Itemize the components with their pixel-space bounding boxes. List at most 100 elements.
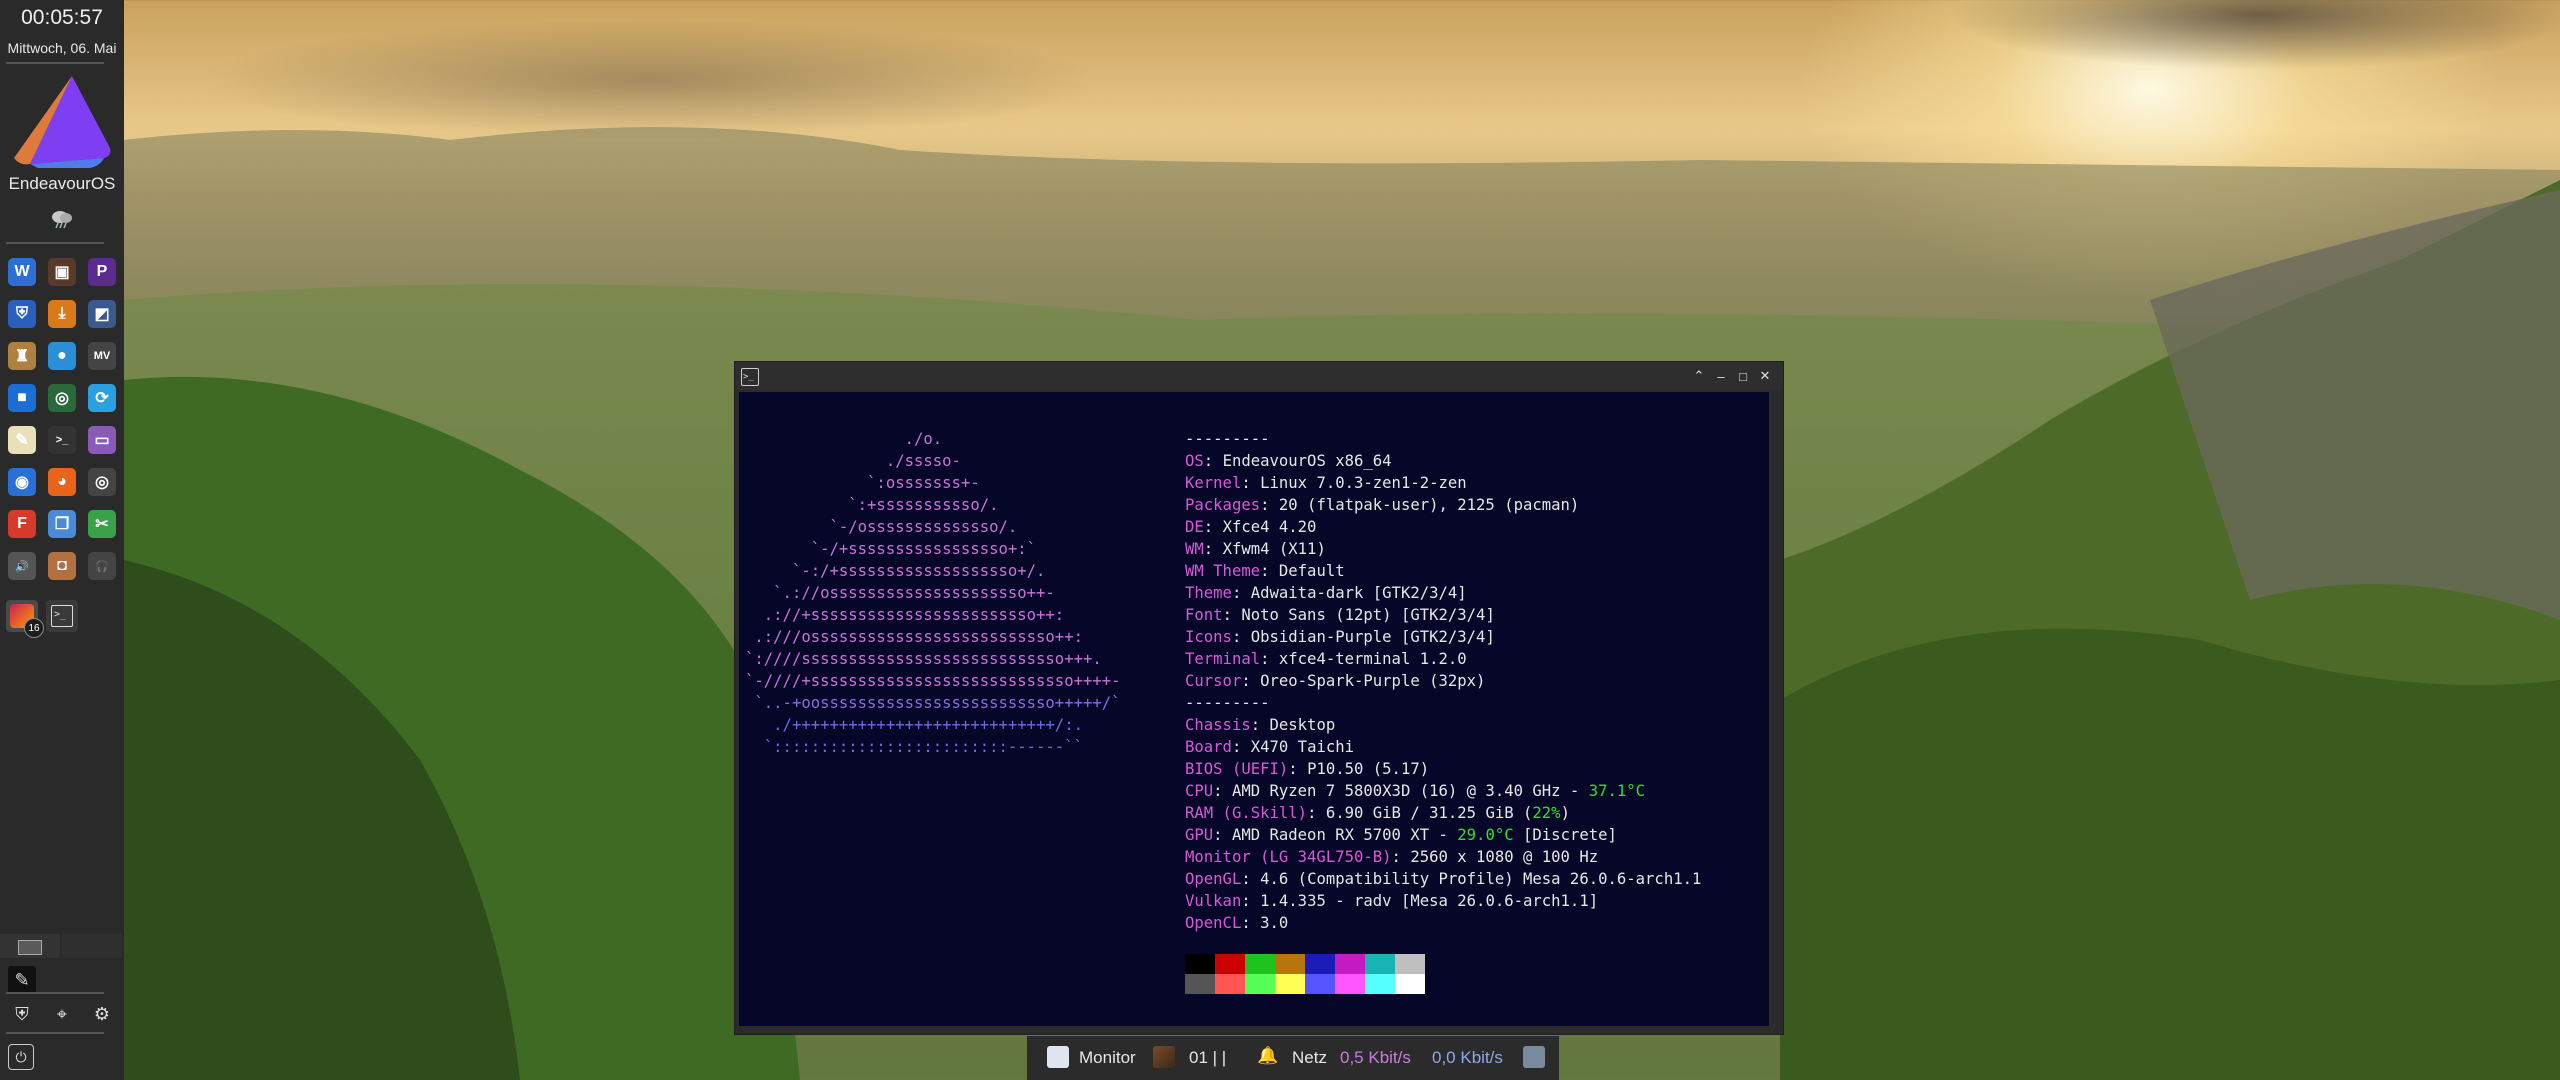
terminal-content[interactable]: ./o. ./sssso- `:osssssss+- `:+ssssssssss…	[739, 392, 1769, 1026]
terminal-titlebar[interactable]: >_ ⌃ – □ ✕	[735, 362, 1783, 390]
color-palette	[1185, 954, 1435, 998]
color-swatch	[1305, 954, 1335, 974]
info-key: WM Theme	[1185, 562, 1261, 580]
globe-icon[interactable]: ●	[48, 342, 76, 370]
system-info-line: ---------	[1185, 692, 1765, 714]
image-viewer-icon[interactable]: ▣	[48, 258, 76, 286]
camera-icon[interactable]: ◘	[48, 552, 76, 580]
folder-icon[interactable]: ▭	[88, 426, 116, 454]
color-swatch	[1365, 974, 1395, 994]
workspace-app-icon[interactable]	[1153, 1046, 1175, 1068]
task-terminal[interactable]: >_	[46, 600, 78, 632]
vpn-shield-icon[interactable]: ⛨	[8, 300, 36, 328]
ascii-logo-line: `-/ossssssssssssso/.	[745, 518, 1018, 536]
power-menu-icon[interactable]: ⏻	[8, 1044, 34, 1070]
workspace-switcher-1[interactable]	[0, 934, 60, 958]
info-value: 20 (flatpak-user), 2125 (pacman)	[1278, 496, 1580, 514]
downloader-icon[interactable]: ⤓	[48, 300, 76, 328]
minimize-button[interactable]: –	[1711, 366, 1731, 386]
system-info-line: ---------	[1185, 428, 1765, 450]
color-swatch	[1275, 974, 1305, 994]
info-key: CPU	[1185, 782, 1214, 800]
info-tail: )	[1560, 804, 1570, 822]
info-key: Font	[1185, 606, 1223, 624]
wallpaper-cloud	[1950, 0, 2560, 70]
info-value: P10.50 (5.17)	[1307, 760, 1430, 778]
firefox-icon[interactable]: ◕	[48, 468, 76, 496]
info-key: BIOS (UEFI)	[1185, 760, 1289, 778]
mkvtoolnix-icon[interactable]: MV	[88, 342, 116, 370]
info-value: Linux 7.0.3-zen1-2-zen	[1260, 474, 1467, 492]
launcher-label[interactable]: EndeavourOS	[0, 174, 124, 194]
task-thunar-group[interactable]: 16	[6, 600, 44, 638]
steam-like-icon[interactable]: ◉	[8, 468, 36, 496]
shade-button[interactable]: ⌃	[1689, 366, 1709, 386]
ascii-logo-line: `-/+sssssssssssssssso+:`	[745, 540, 1037, 558]
system-info-line: CPU: AMD Ryzen 7 5800X3D (16) @ 3.40 GHz…	[1185, 782, 1646, 800]
flatpak-icon[interactable]: F	[8, 510, 36, 538]
info-key: WM	[1185, 540, 1204, 558]
weather-cloud-icon[interactable]	[50, 205, 74, 229]
video-call-icon[interactable]: ■	[8, 384, 36, 412]
terminal-window[interactable]: >_ ⌃ – □ ✕ ./o. ./sssso- `:osssssss+- `:…	[734, 361, 1784, 1035]
clock-time[interactable]: 00:05:57	[0, 6, 124, 30]
panel-divider	[6, 62, 104, 64]
settings-sliders-icon[interactable]: ⚙	[88, 1000, 116, 1028]
tools-icon[interactable]: ✂	[88, 510, 116, 538]
notification-bell-icon[interactable]: 🔔	[1257, 1046, 1279, 1068]
system-info-line: Vulkan: 1.4.335 - radv [Mesa 26.0.6-arch…	[1185, 892, 1599, 910]
photo-editor-icon[interactable]: ◩	[88, 300, 116, 328]
info-key: Chassis	[1185, 716, 1251, 734]
panel-divider	[6, 242, 104, 244]
info-value: AMD Ryzen 7 5800X3D (16) @ 3.40 GHz -	[1231, 782, 1589, 800]
wallpaper-sun	[1800, 0, 2500, 300]
tuner-icon[interactable]: ◎	[48, 384, 76, 412]
color-swatch	[1245, 954, 1275, 974]
ascii-logo-line: `-:/+sssssssssssssssssso+/.	[745, 562, 1046, 580]
shield-icon[interactable]: ⛨	[8, 1000, 36, 1028]
system-monitor-icon[interactable]	[1047, 1046, 1069, 1068]
info-value: AMD Radeon RX 5700 XT -	[1231, 826, 1458, 844]
info-key: Terminal	[1185, 650, 1261, 668]
color-swatch	[1365, 954, 1395, 974]
info-value: Adwaita-dark [GTK2/3/4]	[1250, 584, 1467, 602]
clipboard-manager-icon[interactable]	[1523, 1046, 1545, 1068]
system-info-line: Monitor (LG 34GL750-B): 2560 x 1080 @ 10…	[1185, 848, 1599, 866]
screenshot-icon[interactable]: ❐	[48, 510, 76, 538]
color-swatch	[1185, 974, 1215, 994]
system-info-line: Chassis: Desktop	[1185, 716, 1336, 734]
info-value: EndeavourOS x86_64	[1222, 452, 1392, 470]
maximize-button[interactable]: □	[1733, 366, 1753, 386]
pstore-icon[interactable]: P	[88, 258, 116, 286]
info-key: Board	[1185, 738, 1232, 756]
info-key: OS	[1185, 452, 1204, 470]
info-value: ---------	[1185, 430, 1270, 448]
monitor-label[interactable]: Monitor	[1079, 1048, 1136, 1068]
media-tool-icon[interactable]: ♜	[8, 342, 36, 370]
system-info-line: OS: EndeavourOS x86_64	[1185, 452, 1392, 470]
target-icon[interactable]: ◎	[88, 468, 116, 496]
close-button[interactable]: ✕	[1755, 366, 1775, 386]
info-value: 3.0	[1260, 914, 1289, 932]
workspace-indicator[interactable]: 01 | |	[1189, 1048, 1226, 1068]
headphones-icon[interactable]: 🎧	[88, 552, 116, 580]
workspace-switcher-2[interactable]	[62, 934, 122, 958]
color-picker-icon[interactable]: ✎	[8, 966, 36, 994]
info-key: Cursor	[1185, 672, 1242, 690]
clock-date: Mittwoch, 06. Mai	[7, 40, 117, 56]
update-icon[interactable]: ⟳	[88, 384, 116, 412]
ascii-logo-line: `-////+ssssssssssssssssssssssssssso++++-	[745, 672, 1121, 690]
panel-divider	[6, 1032, 104, 1034]
distro-ascii-logo: ./o. ./sssso- `:osssssss+- `:+ssssssssss…	[745, 428, 1165, 758]
location-pin-icon[interactable]: ⌖	[48, 1000, 76, 1028]
ascii-logo-line: .://+ssssssssssssssssssssssso++:	[745, 606, 1065, 624]
endeavouros-logo-icon[interactable]	[10, 74, 114, 170]
terminal-icon[interactable]: >_	[48, 426, 76, 454]
ascii-logo-line: `..-+oosssssssssssssssssssssssso+++++/`	[745, 694, 1121, 712]
ascii-logo-line: ./++++++++++++++++++++++++++++/:.	[745, 716, 1083, 734]
writer-icon[interactable]: W	[8, 258, 36, 286]
volume-icon[interactable]: 🔊	[8, 552, 36, 580]
text-editor-icon[interactable]: ✎	[8, 426, 36, 454]
system-info-line: Font: Noto Sans (12pt) [GTK2/3/4]	[1185, 606, 1495, 624]
info-key: Theme	[1185, 584, 1232, 602]
